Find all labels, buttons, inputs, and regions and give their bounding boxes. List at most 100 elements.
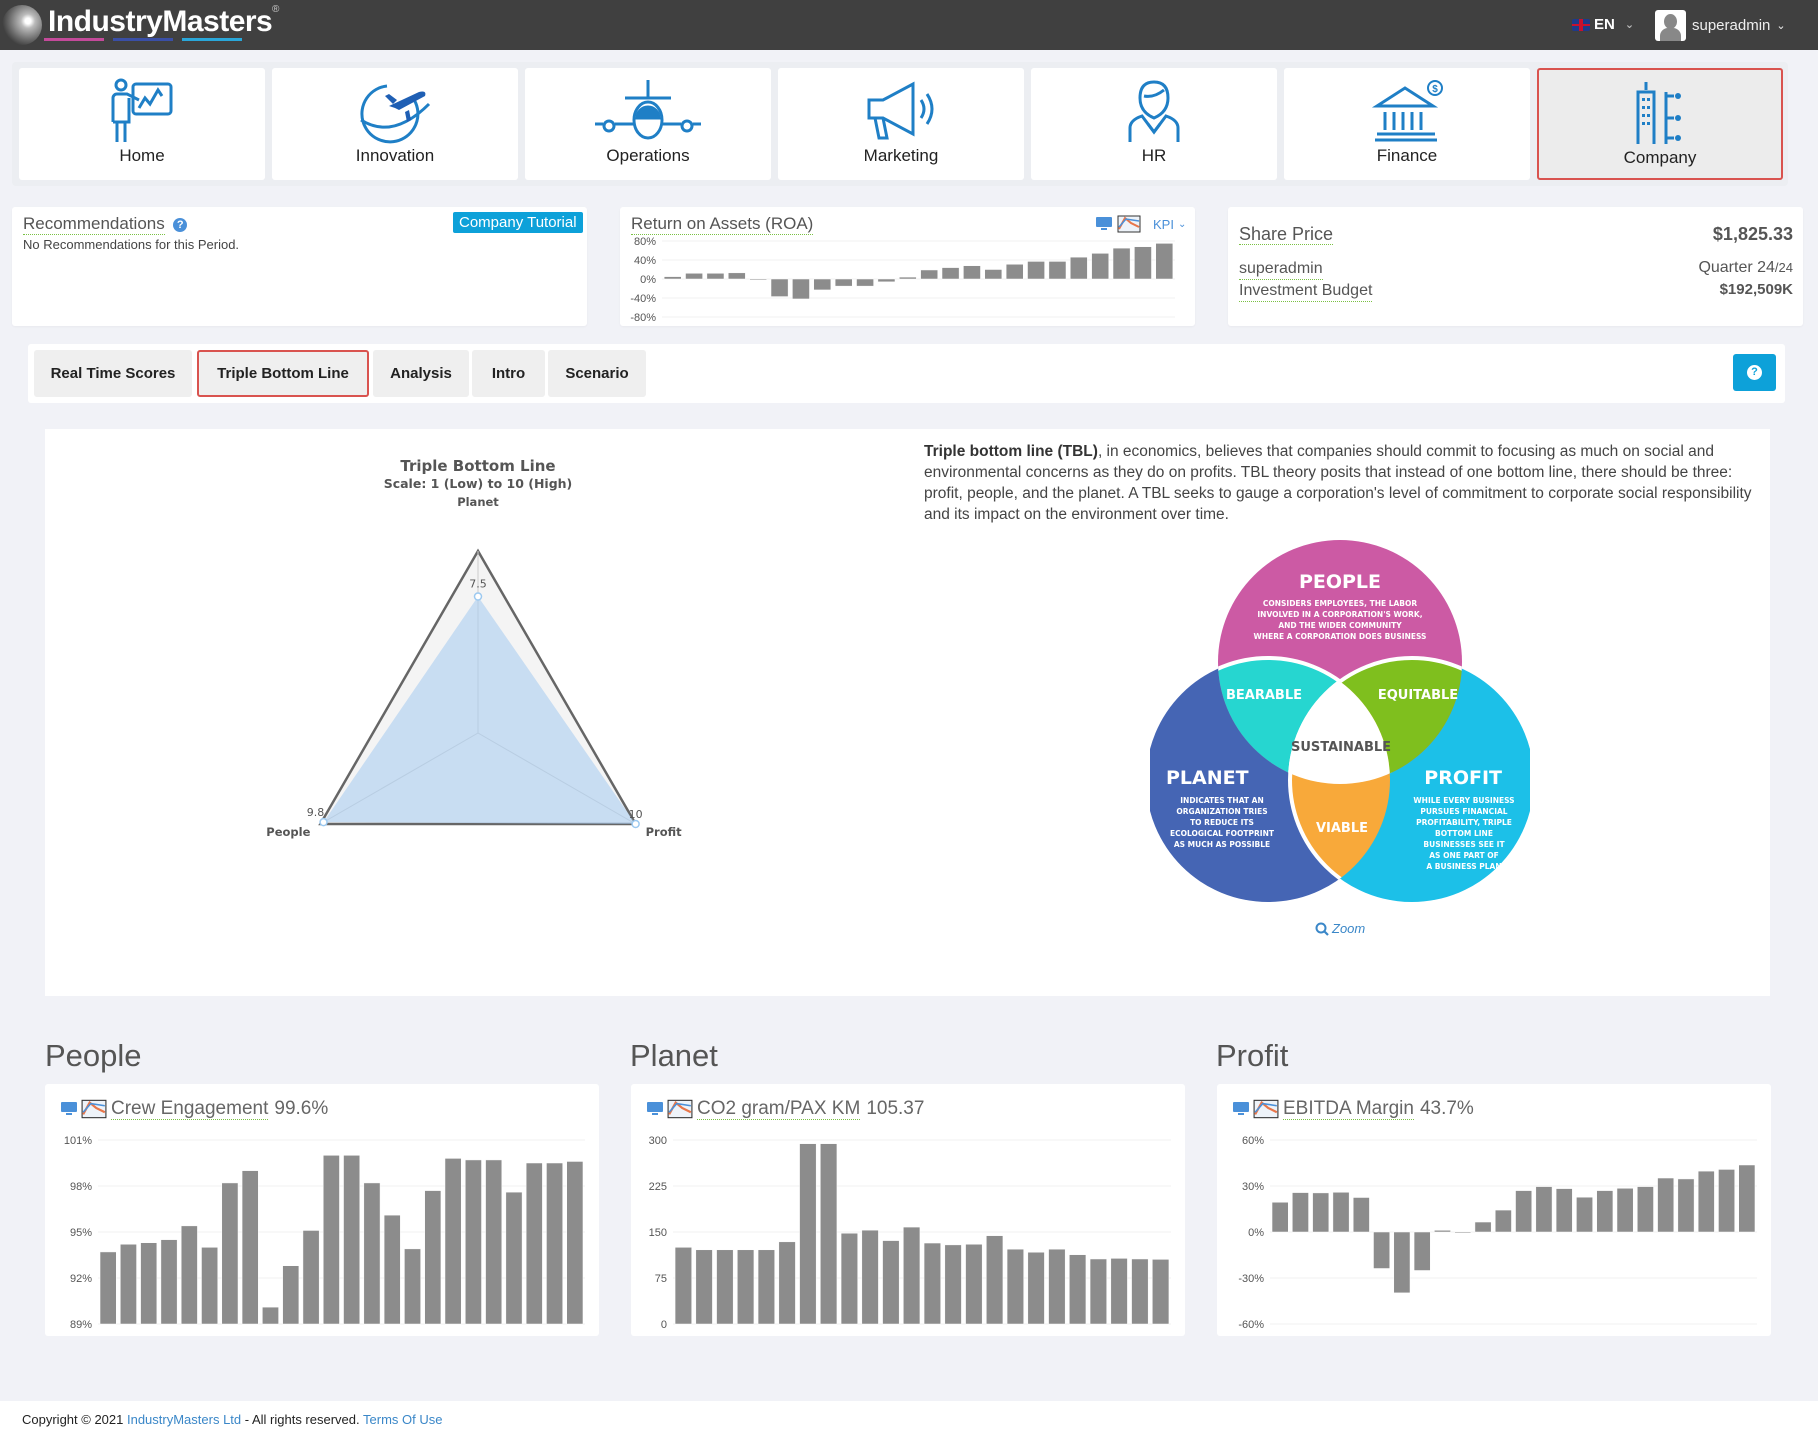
investment-budget-value: $192,509K [1719,281,1793,298]
nav-tile-operations[interactable]: Operations [525,68,771,180]
language-code: EN [1594,16,1615,33]
recommendations-title: Recommendations [23,214,165,235]
venn-profit-text: BOTTOM LINE [1435,829,1493,838]
footer: Copyright © 2021 IndustryMasters Ltd - A… [0,1401,1818,1437]
bar [1069,1254,1087,1325]
venn-planet-text: AS MUCH AS POSSIBLE [1174,840,1270,849]
tbl-venn-diagram[interactable]: PEOPLE CONSIDERS EMPLOYEES, THE LABOR INVO… [1150,540,1530,920]
company-tutorial-button[interactable]: Company Tutorial [453,212,583,233]
bar [770,278,789,297]
venn-people-text: CONSIDERS EMPLOYEES, THE LABOR [1263,599,1418,608]
nav-tile-innovation[interactable]: Innovation [272,68,518,180]
bar [1070,256,1088,280]
user-label[interactable]: superadmin [1239,259,1323,280]
tab-triple-bottom-line[interactable]: Triple Bottom Line [197,350,369,397]
bar [1494,1209,1512,1233]
share-price-label[interactable]: Share Price [1239,224,1334,245]
tbl-radar-chart: Triple Bottom Line Scale: 1 (Low) to 10 … [266,457,682,839]
nav-tile-marketing[interactable]: Marketing [778,68,1024,180]
nav-label: Finance [1376,146,1438,165]
venn-planet-text: INDICATES THAT AN [1180,796,1264,805]
language-selector[interactable]: EN ⌄ [1572,16,1634,33]
zoom-label: Zoom [1332,921,1366,936]
help-icon[interactable]: ? [173,218,188,232]
tab-scenario[interactable]: Scenario [548,350,646,397]
bar [1697,1170,1715,1233]
bar [749,278,767,281]
nav-tile-home[interactable]: Home [19,68,265,180]
bar [1393,1231,1411,1294]
recommendations-text: No Recommendations for this Period. [23,237,240,252]
bar [505,1191,523,1325]
bar [903,1226,921,1325]
nav-label: HR [1141,146,1167,165]
quarter-total: /24 [1774,260,1793,275]
bar [546,1162,563,1325]
brand-line-cyan [182,38,242,41]
bank-icon: $ [1371,80,1443,142]
bar [1454,1231,1472,1234]
y-tick-label: 89% [70,1319,92,1331]
bar [1089,1258,1107,1325]
bar [1474,1221,1492,1233]
bar [1152,1259,1170,1325]
bar [322,1155,340,1325]
y-tick-label: 0% [1248,1227,1264,1239]
user-name: superadmin [1692,17,1771,34]
user-menu[interactable]: superadmin ⌄ [1655,10,1786,41]
investment-budget-label[interactable]: Investment Budget [1239,281,1373,302]
question-icon: ? [1747,365,1762,380]
radar-value-label: 7.5 [469,578,487,591]
tab-intro[interactable]: Intro [472,350,545,397]
radar-axis-label: Planet [457,495,499,509]
help-button[interactable]: ? [1733,354,1776,391]
bar [180,1225,198,1325]
rights-text: - All rights reserved. [241,1412,364,1427]
y-tick-label: 92% [70,1273,92,1285]
bar [737,1249,755,1325]
building-icon [1636,82,1681,144]
venn-people-title: PEOPLE [1299,571,1381,593]
bar [221,1182,239,1325]
bar [363,1182,381,1325]
venn-people-text: AND THE WIDER COMMUNITY [1278,621,1402,630]
bar [1048,1248,1066,1325]
nav-label: Home [119,146,165,165]
nav-label: Marketing [863,146,939,165]
bar [1718,1169,1735,1233]
quarter-value: Quarter 24/24 [1698,259,1793,277]
venn-people-text: INVOLVED IN A CORPORATION'S WORK, [1257,610,1422,619]
brand-logo[interactable]: IndustryMasters [0,0,273,50]
bar [944,1244,962,1325]
zoom-link[interactable]: Zoom [1315,921,1365,936]
share-price-card: Share Price $1,825.33 superadmin Quarter… [1228,207,1803,326]
bar [1738,1164,1756,1233]
bar [716,1249,734,1325]
bar [778,1241,796,1325]
company-link[interactable]: IndustryMasters Ltd [127,1412,241,1427]
bar [1555,1188,1573,1233]
magnifier-icon [1315,922,1329,936]
venn-people-text: WHERE A CORPORATION DOES BUSINESS [1254,632,1427,641]
nav-tile-finance[interactable]: $ Finance [1284,68,1530,180]
y-tick-label: -80% [630,312,656,324]
chevron-down-icon: ⌄ [1776,20,1786,32]
nav-tile-company[interactable]: Company [1537,68,1783,180]
bar [923,1242,941,1325]
bar [160,1239,178,1325]
bar [984,269,1003,280]
radar-value-label: 10 [629,808,643,821]
bar [1332,1192,1350,1233]
top-bar: IndustryMasters ® EN ⌄ superadmin ⌄ [0,0,1818,50]
tab-real-time-scores[interactable]: Real Time Scores [34,350,192,397]
nav-tile-hr[interactable]: HR [1031,68,1277,180]
tab-analysis[interactable]: Analysis [373,350,469,397]
radar-point [473,592,483,601]
bar [282,1265,300,1325]
terms-link[interactable]: Terms Of Use [363,1412,442,1427]
module-nav: Home Innovation Operations Marketing HR … [12,62,1788,186]
bar [674,1247,692,1325]
bar [965,1244,983,1325]
venn-profit-text: BUSINESSES SEE IT [1423,840,1505,849]
kpi-card-co2: CO2 gram/PAX KM 105.37 300 225 150 75 0 [631,1084,1185,1336]
